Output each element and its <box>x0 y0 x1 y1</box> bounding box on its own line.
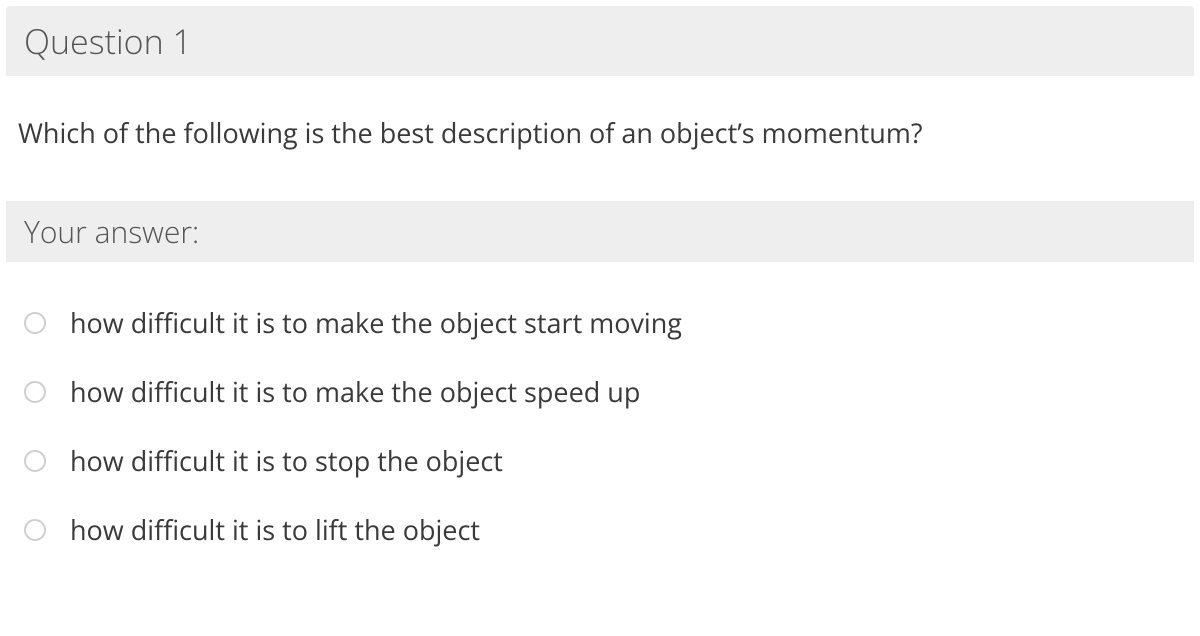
option-row[interactable]: how difficult it is to lift the object <box>18 497 1182 566</box>
radio-icon[interactable] <box>24 450 46 472</box>
options-list: how difficult it is to make the object s… <box>0 262 1200 566</box>
question-header: Question 1 <box>6 6 1194 76</box>
radio-icon[interactable] <box>24 312 46 334</box>
option-label: how difficult it is to make the object s… <box>70 304 682 341</box>
option-row[interactable]: how difficult it is to make the object s… <box>18 359 1182 428</box>
answer-header: Your answer: <box>6 201 1194 262</box>
question-title: Question 1 <box>24 18 1176 64</box>
radio-icon[interactable] <box>24 519 46 541</box>
radio-icon[interactable] <box>24 381 46 403</box>
option-label: how difficult it is to stop the object <box>70 442 503 479</box>
answer-title: Your answer: <box>24 211 1176 252</box>
option-row[interactable]: how difficult it is to make the object s… <box>18 290 1182 359</box>
question-text: Which of the following is the best descr… <box>18 114 1182 151</box>
option-label: how difficult it is to lift the object <box>70 511 480 548</box>
option-row[interactable]: how difficult it is to stop the object <box>18 428 1182 497</box>
question-body: Which of the following is the best descr… <box>0 76 1200 201</box>
quiz-container: Question 1 Which of the following is the… <box>0 6 1200 566</box>
option-label: how difficult it is to make the object s… <box>70 373 640 410</box>
